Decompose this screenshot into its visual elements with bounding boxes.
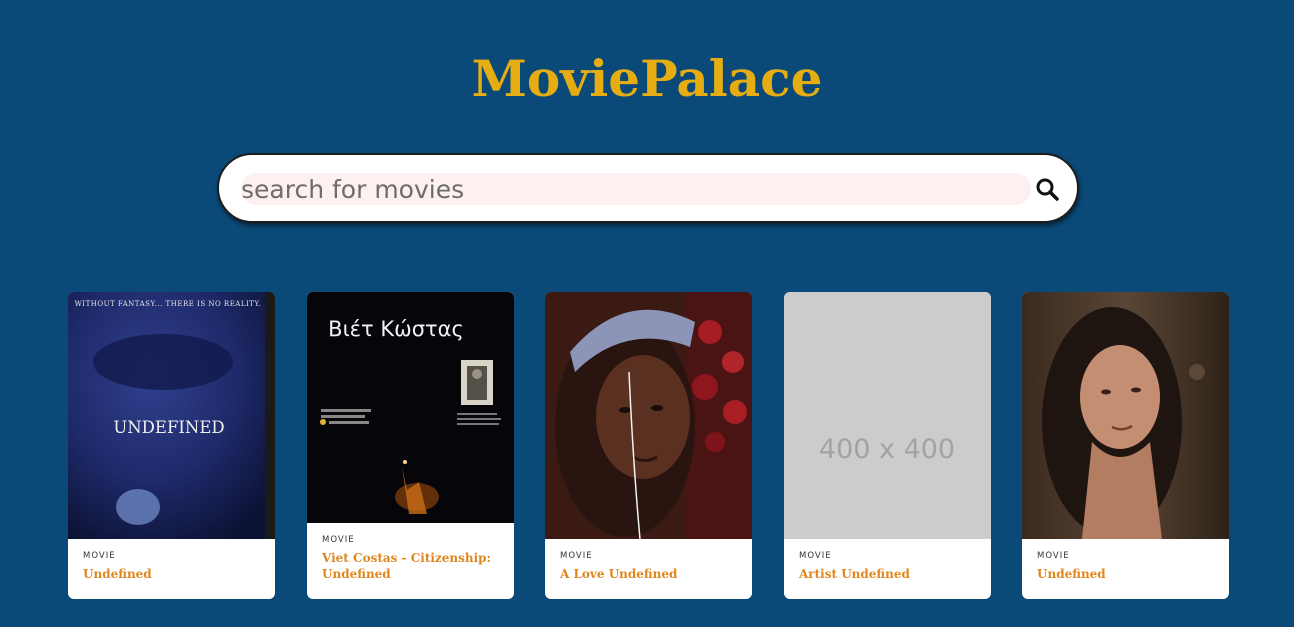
movie-poster [545, 292, 752, 539]
movie-poster: 400 x 400 [784, 292, 991, 539]
movie-grid: WITHOUT FANTASY... THERE IS NO REALITY. … [68, 292, 1229, 599]
search-bar [217, 153, 1079, 223]
search-icon [1036, 178, 1059, 201]
movie-poster: WITHOUT FANTASY... THERE IS NO REALITY. … [68, 292, 275, 539]
movie-type: MOVIE [83, 551, 116, 561]
poster-title: UNDEFINED [113, 418, 224, 437]
movie-card[interactable]: WITHOUT FANTASY... THERE IS NO REALITY. … [68, 292, 275, 599]
movie-poster [1022, 292, 1229, 539]
movie-type: MOVIE [1037, 551, 1070, 561]
poster-tagline: WITHOUT FANTASY... THERE IS NO REALITY. [75, 300, 262, 308]
poster-placeholder-text: 400 x 400 [819, 434, 955, 465]
movie-card[interactable]: MOVIE Undefined [1022, 292, 1229, 599]
poster-title: Βιέτ Κώστας [328, 317, 464, 341]
movie-poster: Βιέτ Κώστας [307, 292, 514, 523]
movie-card[interactable]: MOVIE A Love Undefined [545, 292, 752, 599]
movie-type: MOVIE [322, 535, 355, 545]
movie-title[interactable]: A Love Undefined [560, 566, 740, 582]
movie-type: MOVIE [799, 551, 832, 561]
movie-type: MOVIE [560, 551, 593, 561]
app-root: MoviePalace search for movies WITHOUT FA… [0, 0, 1294, 627]
movie-title[interactable]: Undefined [1037, 566, 1217, 582]
search-input[interactable] [241, 173, 1031, 205]
movie-title[interactable]: Undefined [83, 566, 263, 582]
app-title: MoviePalace [471, 49, 823, 108]
movie-title[interactable]: Viet Costas - Citizenship: Undefined [322, 550, 502, 582]
movie-card[interactable]: Βιέτ Κώστας MOVIE Viet Costas - Citizens… [307, 292, 514, 599]
movie-title[interactable]: Artist Undefined [799, 566, 979, 582]
search-button[interactable] [1031, 173, 1065, 207]
movie-card[interactable]: 400 x 400 MOVIE Artist Undefined [784, 292, 991, 599]
